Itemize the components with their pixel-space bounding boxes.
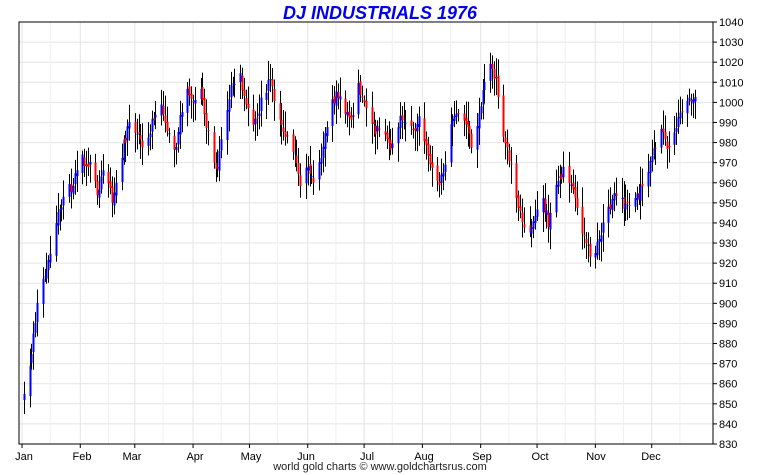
y-tick-label: 890 (719, 318, 737, 330)
y-tick-label: 830 (719, 439, 737, 451)
y-tick-label: 1030 (719, 37, 743, 49)
y-tick-label: 910 (719, 278, 737, 290)
y-tick-label: 990 (719, 117, 737, 129)
y-tick-label: 870 (719, 359, 737, 371)
y-tick-label: 1000 (719, 97, 743, 109)
y-tick-label: 1020 (719, 57, 743, 69)
y-tick-label: 950 (719, 198, 737, 210)
y-tick-label: 900 (719, 298, 737, 310)
y-tick-label: 1040 (719, 17, 743, 29)
chart-area: 830 840 850 860 870 880 890 900 910 920 930 940 950 9… (15, 17, 743, 463)
y-tick-label: 960 (719, 178, 737, 190)
chart-credit: world gold charts © www.goldchartsrus.co… (273, 461, 487, 473)
y-tick-label: 880 (719, 339, 737, 351)
y-tick-label: 850 (719, 399, 737, 411)
y-tick-label: 920 (719, 258, 737, 270)
y-tick-label: 930 (719, 238, 737, 250)
y-tick-label: 1010 (719, 77, 743, 89)
y-tick-label: 970 (719, 158, 737, 170)
y-tick-label: 860 (719, 379, 737, 391)
y-tick-label: 840 (719, 419, 737, 431)
y-tick-label: 940 (719, 218, 737, 230)
y-axis: 830 840 850 860 870 880 890 900 910 920 930 940 950 9… (713, 17, 743, 451)
y-tick-label: 980 (719, 138, 737, 150)
